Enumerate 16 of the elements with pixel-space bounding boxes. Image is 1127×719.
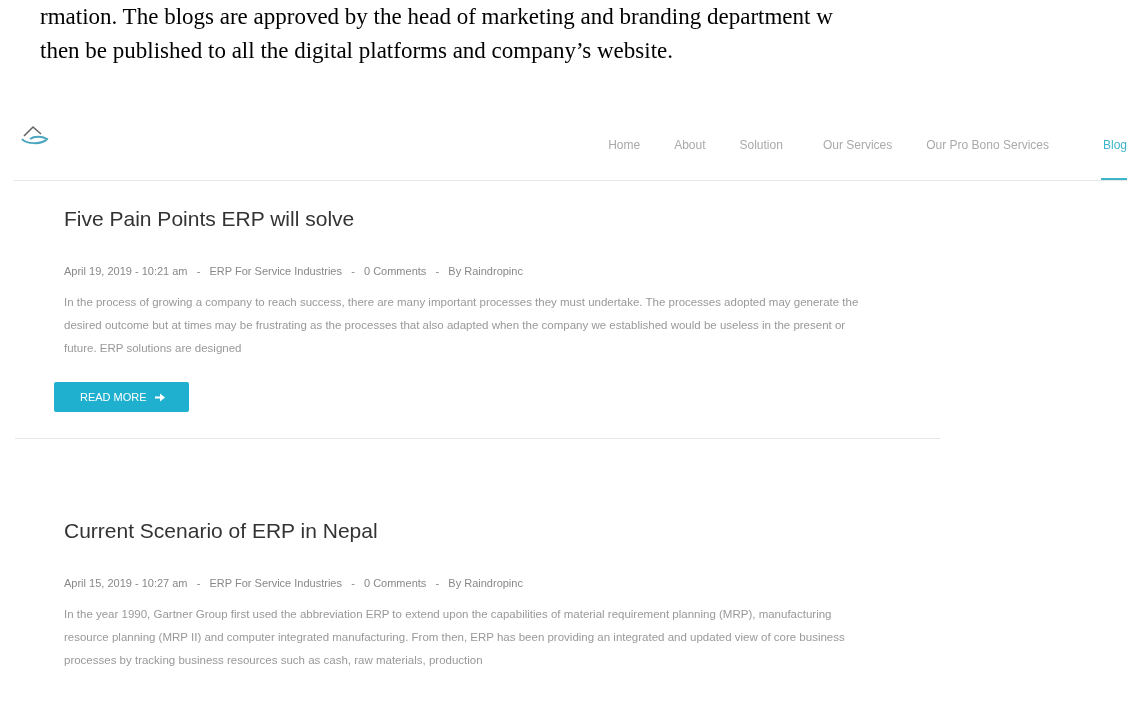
- post-meta: April 15, 2019 - 10:27 am - ERP For Service Industries - 0 Comments - By Raindropinc: [64, 577, 524, 589]
- arrow-right-icon: [154, 392, 165, 402]
- document-text: then be published to all the digital platforms and company’s website.: [40, 37, 674, 65]
- post-title[interactable]: Five Pain Points ERP will solve: [64, 207, 940, 231]
- post-excerpt: In the year 1990, Gartner Group first used the abbreviation ERP to extend upon the capabilities of material requirement planning (MRP), manufacturing resource planning (MRP II) and computer integrated manufacturing. From then, ERP has been providing an integrated and updated view of core business processes by tracking business resources such as cash, raw materials, production: [64, 607, 846, 668]
- nav-link[interactable]: Our Services: [798, 110, 909, 180]
- nav-link[interactable]: Our Pro Bono Services: [908, 110, 1065, 180]
- post-excerpt: In the process of growing a company to reach success, there are many important processes they must undertake. The processes adopted may generate the desired outcome but at times may be frustrating as the processes that also adapted when the company we established would be useless in the present or future. ERP solutions are designed: [64, 295, 860, 356]
- post-meta: April 19, 2019 - 10:21 am - ERP For Service Industries - 0 Comments - By Raindropinc: [64, 265, 524, 277]
- post-title[interactable]: Current Scenario of ERP in Nepal: [64, 519, 940, 543]
- document-text: rmation. The blogs are approved by the head of marketing and branding department w: [40, 3, 834, 31]
- nav-link[interactable]: Solution: [721, 110, 799, 180]
- nav-link[interactable]: About: [656, 110, 722, 180]
- read-more-button[interactable]: READ MORE: [54, 382, 189, 412]
- logo-icon[interactable]: [20, 124, 50, 146]
- nav-link[interactable]: Home: [590, 110, 657, 180]
